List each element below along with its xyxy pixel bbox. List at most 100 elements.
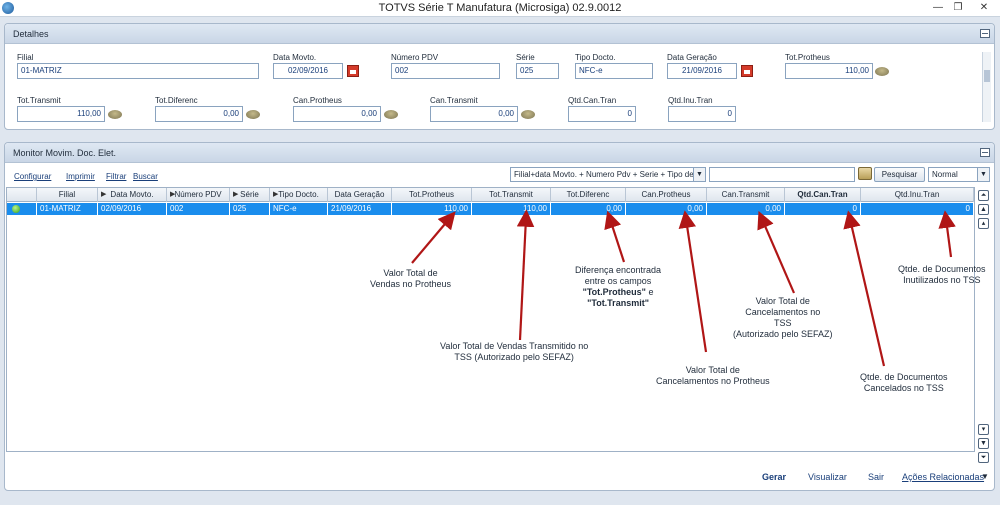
column-header[interactable]: Tot.Transmit	[472, 188, 551, 202]
tipo-docto-field[interactable]: NFC-e	[575, 63, 653, 79]
data-geracao-label: Data Geração	[667, 53, 717, 62]
calendar-icon[interactable]	[347, 65, 359, 77]
annotation-line: (Autorizado pelo SEFAZ)	[733, 329, 833, 339]
status-cell	[7, 203, 37, 215]
restore-button[interactable]: ❐	[948, 1, 968, 15]
tot-protheus-field[interactable]: 110,00	[785, 63, 873, 79]
close-button[interactable]: ✕	[974, 1, 994, 15]
index-order-select[interactable]: Filial+data Movto. + Numero Pdv + Serie …	[510, 167, 706, 182]
chevron-down-icon[interactable]: ▼	[977, 168, 989, 181]
previous-page-button[interactable]: ▲	[978, 204, 989, 215]
filtrar-link[interactable]: Filtrar	[106, 172, 126, 181]
previous-record-button[interactable]: ▴	[978, 218, 989, 229]
search-input[interactable]	[709, 167, 855, 182]
next-page-button[interactable]: ▼	[978, 438, 989, 449]
qtd-inu-tran-label: Qtd.Inu.Tran	[668, 96, 713, 105]
annotation-line: Valor Total de	[755, 296, 810, 306]
first-record-button[interactable]: ⏶	[978, 190, 989, 201]
column-header[interactable]: Can.Transmit	[707, 188, 785, 202]
gerar-button[interactable]: Gerar	[762, 472, 786, 482]
details-panel: Detalhes Filial 01-MATRIZ Data Movto. 02…	[4, 23, 995, 130]
data-movto-field[interactable]: 02/09/2016	[273, 63, 343, 79]
pesquisar-button[interactable]: Pesquisar	[874, 167, 925, 182]
tot-diferenc-label: Tot.Diferenc	[155, 96, 198, 105]
buscar-link[interactable]: Buscar	[133, 172, 158, 181]
annotation-cancelamentos-tss: Valor Total de Cancelamentos no TSS (Aut…	[733, 296, 833, 340]
annotation-inutilizados-tss: Qtde. de Documentos Inutilizados no TSS	[898, 264, 986, 286]
chevron-down-icon[interactable]: ▼	[981, 472, 989, 481]
qtd-inu-tran-field[interactable]: 0	[668, 106, 736, 122]
details-header: Detalhes	[5, 24, 994, 44]
data-geracao-field[interactable]: 21/09/2016	[667, 63, 737, 79]
details-scrollbar[interactable]	[982, 52, 991, 122]
configurar-link[interactable]: Configurar	[14, 172, 51, 181]
numero-pdv-field[interactable]: 002	[391, 63, 500, 79]
can-protheus-field[interactable]: 0,00	[293, 106, 381, 122]
column-header[interactable]: Can.Protheus	[626, 188, 707, 202]
can-transmit-label: Can.Transmit	[430, 96, 478, 105]
next-record-button[interactable]: ▾	[978, 424, 989, 435]
currency-icon[interactable]	[246, 110, 260, 119]
annotation-cancelamentos-protheus: Valor Total de Cancelamentos no Protheus	[656, 365, 770, 387]
index-order-value: Filial+data Movto. + Numero Pdv + Serie …	[514, 170, 706, 179]
can-protheus-label: Can.Protheus	[293, 96, 342, 105]
annotation-line: Qtde. de Documentos	[898, 264, 986, 274]
annotation-line: TSS (Autorizado pelo SEFAZ)	[454, 352, 574, 362]
tot-diferenc-field[interactable]: 0,00	[155, 106, 243, 122]
annotation-diferenca: Diferença encontrada entre os campos "To…	[575, 265, 661, 309]
filial-field[interactable]: 01-MATRIZ	[17, 63, 259, 79]
column-header[interactable]: Data Geração	[328, 188, 392, 202]
grid-header: Filial ▶ Data Movto. ▶ Número PDV ▶ Série ▶…	[7, 188, 974, 202]
view-mode-value: Normal	[932, 170, 958, 179]
monitor-collapse-button[interactable]	[980, 148, 990, 157]
column-header[interactable]: Qtd.Can.Tran	[785, 188, 861, 202]
scrollbar-thumb[interactable]	[984, 70, 990, 82]
calendar-icon[interactable]	[741, 65, 753, 77]
annotation-line: TSS	[774, 318, 792, 328]
tot-protheus-label: Tot.Protheus	[785, 53, 830, 62]
column-header[interactable]: Qtd.Inu.Tran	[861, 188, 974, 202]
annotation-line: Diferença encontrada	[575, 265, 662, 275]
currency-icon[interactable]	[108, 110, 122, 119]
annotation-vendas-protheus: Valor Total de Vendas no Protheus	[370, 268, 451, 290]
column-header-label: Série	[240, 190, 259, 199]
currency-icon[interactable]	[384, 110, 398, 119]
column-header[interactable]: Tot.Diferenc	[551, 188, 626, 202]
filial-label: Filial	[17, 53, 34, 62]
imprimir-link[interactable]: Imprimir	[66, 172, 95, 181]
tot-transmit-field[interactable]: 110,00	[17, 106, 105, 122]
currency-icon[interactable]	[521, 110, 535, 119]
tipo-docto-label: Tipo Docto.	[575, 53, 616, 62]
last-record-button[interactable]: ⏷	[978, 452, 989, 463]
qtd-can-tran-label: Qtd.Can.Tran	[568, 96, 617, 105]
table-cell: 0,00	[707, 203, 785, 215]
currency-icon[interactable]	[875, 67, 889, 76]
view-mode-select[interactable]: Normal ▼	[928, 167, 990, 182]
sair-button[interactable]: Sair	[868, 472, 884, 482]
serie-field[interactable]: 025	[516, 63, 559, 79]
can-transmit-field[interactable]: 0,00	[430, 106, 518, 122]
annotation-line: Qtde. de Documentos	[860, 372, 948, 382]
column-header[interactable]: Tot.Protheus	[392, 188, 472, 202]
annotation-cancelados-tss: Qtde. de Documentos Cancelados no TSS	[860, 372, 948, 394]
column-header[interactable]: ▶ Tipo Docto.	[270, 188, 328, 202]
details-collapse-button[interactable]	[980, 29, 990, 38]
search-options-icon[interactable]	[858, 167, 872, 180]
visualizar-button[interactable]: Visualizar	[808, 472, 847, 482]
title-bar: TOTVS Série T Manufatura (Microsiga) 02.…	[0, 0, 1000, 17]
acoes-relacionadas-button[interactable]: Ações Relacionadas	[902, 472, 984, 482]
chevron-down-icon[interactable]: ▼	[693, 168, 705, 181]
annotation-line: Cancelados no TSS	[863, 383, 944, 393]
sort-arrow-icon: ▶	[233, 191, 239, 198]
column-header-label: Número PDV	[174, 190, 222, 199]
minimize-button[interactable]: —	[928, 1, 948, 15]
column-header[interactable]: ▶ Número PDV	[167, 188, 230, 202]
monitor-title: Monitor Movim. Doc. Elet.	[13, 148, 117, 158]
column-header[interactable]: Filial	[37, 188, 98, 202]
table-row[interactable]: 01-MATRIZ 02/09/2016 002 025 NFC-e 21/09…	[7, 203, 974, 215]
column-header[interactable]: ▶ Data Movto.	[98, 188, 167, 202]
qtd-can-tran-field[interactable]: 0	[568, 106, 636, 122]
column-header[interactable]: ▶ Série	[230, 188, 270, 202]
table-cell: 21/09/2016	[328, 203, 392, 215]
table-cell: NFC-e	[270, 203, 328, 215]
